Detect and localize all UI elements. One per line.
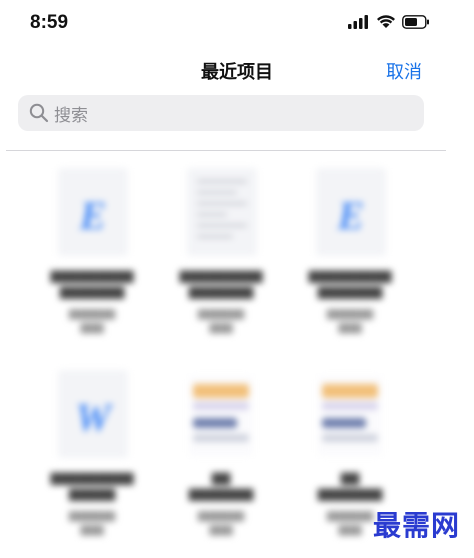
file-item[interactable]: ▇▇▇▇▇▇▇▇▇ ▇▇▇▇▇▇▇ ▇▇▇▇▇▇ ▇▇▇ [161,160,281,350]
pdf-icon: E [316,168,386,256]
divider [6,150,446,151]
file-meta: ▇▇▇▇▇▇ ▇▇▇ [68,309,116,334]
word-icon: W [58,370,128,458]
file-name: ▇▇▇▇▇▇▇▇▇ ▇▇▇▇▇ [50,471,134,501]
file-name: ▇▇ ▇▇▇▇▇▇▇ [188,471,254,501]
file-meta: ▇▇▇▇▇▇ ▇▇▇ [197,511,245,536]
search-placeholder: 搜索 [54,105,88,126]
file-meta: ▇▇▇▇▇▇ ▇▇▇ [197,309,245,334]
watermark: 最需网 [372,509,460,542]
file-item[interactable]: E ▇▇▇▇▇▇▇▇▇ ▇▇▇▇▇▇▇ ▇▇▇▇▇▇ ▇▇▇ [32,160,152,350]
signal-icon [348,14,368,29]
file-item[interactable]: ▇▇ ▇▇▇▇▇▇▇ ▇▇▇▇▇▇ ▇▇▇ [161,362,281,552]
battery-icon [402,14,429,29]
wifi-icon [377,15,395,28]
pdf-icon: E [58,168,128,256]
recent-files-grid: E ▇▇▇▇▇▇▇▇▇ ▇▇▇▇▇▇▇ ▇▇▇▇▇▇ ▇▇▇ ▇▇▇▇▇▇▇▇▇ ▇▇… [0,152,474,558]
search-icon [29,103,49,123]
status-icons [348,14,430,29]
status-bar: 8:59 [0,0,474,46]
image-preview-icon [318,376,382,456]
file-item[interactable]: E ▇▇▇▇▇▇▇▇▇ ▇▇▇▇▇▇▇ ▇▇▇▇▇▇ ▇▇▇ [290,160,410,350]
nav-bar: 最近项目 取消 [0,48,474,92]
file-name: ▇▇▇▇▇▇▇▇▇ ▇▇▇▇▇▇▇ [308,269,392,299]
file-item[interactable]: W ▇▇▇▇▇▇▇▇▇ ▇▇▇▇▇ ▇▇▇▇▇▇ ▇▇▇ [32,362,152,552]
status-time: 8:59 [30,12,69,33]
file-name: ▇▇▇▇▇▇▇▇▇ ▇▇▇▇▇▇▇ [50,269,134,299]
document-preview-icon [187,168,257,256]
file-meta: ▇▇▇▇▇▇ ▇▇▇ [68,511,116,536]
file-name: ▇▇▇▇▇▇▇▇▇ ▇▇▇▇▇▇▇ [179,269,263,299]
file-meta: ▇▇▇▇▇▇ ▇▇▇ [326,309,374,334]
cancel-button[interactable]: 取消 [386,58,422,84]
search-field[interactable]: 搜索 [18,95,424,131]
image-preview-icon [189,376,253,456]
file-name: ▇▇ ▇▇▇▇▇▇▇ [317,471,383,501]
